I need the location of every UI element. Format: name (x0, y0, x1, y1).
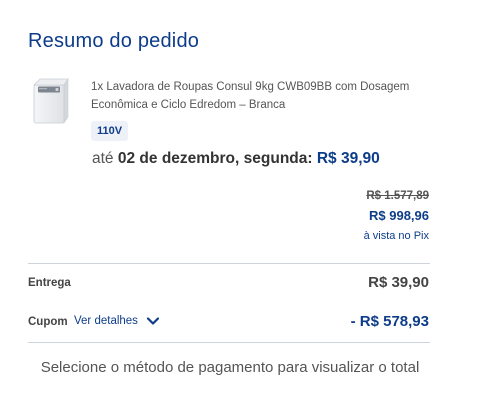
delivery-date: 02 de dezembro, segunda: (117, 150, 313, 167)
delivery-info: até 02 de dezembro, segunda: R$ 39,90 (92, 150, 380, 168)
order-summary-title: Resumo do pedido (28, 30, 200, 52)
payment-method-note: Selecione o método de pagamento para vis… (40, 359, 420, 376)
delivery-prefix: até (92, 150, 114, 167)
voltage-badge: 110V (91, 121, 129, 141)
pix-price: R$ 998,96 (369, 208, 429, 223)
divider (28, 342, 430, 343)
coupon-details-link[interactable]: Ver detalhes (74, 315, 160, 327)
chevron-down-icon (146, 317, 160, 325)
delivery-price: R$ 39,90 (316, 150, 380, 167)
divider (28, 263, 430, 264)
pix-note: à vista no Pix (363, 230, 429, 242)
product-name[interactable]: 1x Lavadora de Roupas Consul 9kg CWB09BB… (91, 78, 431, 114)
washing-machine-icon (33, 78, 69, 124)
coupon-label: Cupom (28, 316, 68, 328)
coupon-value: - R$ 578,93 (350, 313, 429, 330)
shipping-value: R$ 39,90 (368, 274, 429, 291)
shipping-label: Entrega (28, 277, 71, 289)
coupon-details-label: Ver detalhes (74, 315, 138, 327)
product-price-block: R$ 1.577,89 R$ 998,96 à vista no Pix (364, 188, 429, 244)
original-price: R$ 1.577,89 (366, 190, 429, 202)
